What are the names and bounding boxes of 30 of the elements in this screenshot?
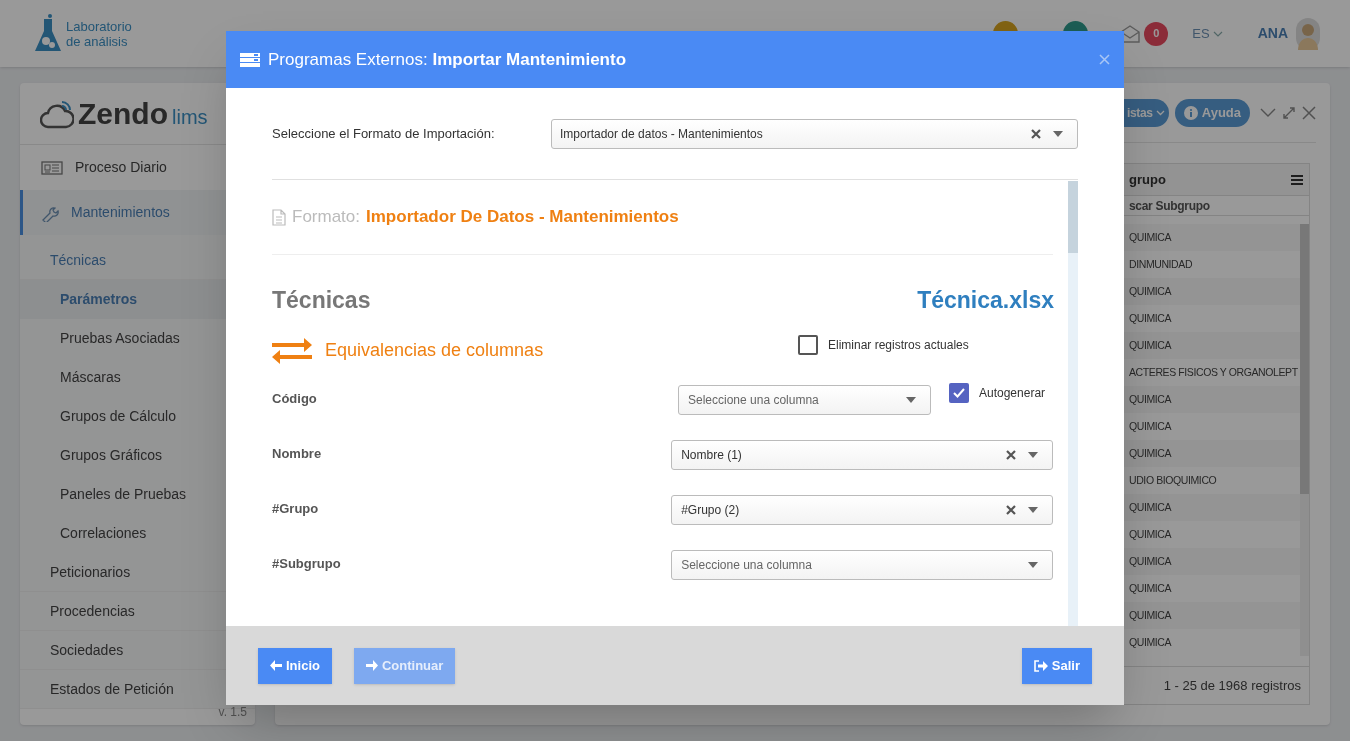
logo-text: de análisis [66,33,129,49]
field-label: Nombre [272,445,323,463]
column-select[interactable]: Nombre (1) [671,440,1053,470]
user-name[interactable]: ANA [1257,23,1288,44]
checkbox-label: Autogenerar [979,385,1046,402]
language-selector[interactable]: ES [1192,23,1210,44]
format-label: Seleccione el Formato de Importación: [272,124,496,143]
equivalences-title: Equivalencias de columnas [325,338,544,362]
brand-suffix: lims [172,104,208,130]
footer-button[interactable]: Inicio [258,647,332,684]
format-heading-label: Formato: [292,206,361,229]
section-title: Técnicas [272,285,371,315]
column-header: grupo [1129,170,1166,189]
logo-text: Laboratorio [66,18,132,34]
format-select[interactable]: Importador de datos - Mantenimientos [551,118,1078,149]
brand-name: Zendo [78,96,168,132]
file-name: Técnica.xlsx [917,285,1054,315]
column-select[interactable]: Seleccione una columna [671,550,1053,580]
field-label: #Grupo [272,500,320,518]
modal-title: Programas Externos: Importar Mantenimiento [268,48,627,71]
sidebar-item[interactable]: Proceso Diario [20,145,255,190]
field-label: #Subgrupo [272,555,342,573]
footer-button[interactable]: Salir [1021,647,1092,684]
record-count: 1 - 25 de 1968 registros [1163,676,1301,695]
column-select[interactable]: Seleccione una columna [678,385,931,415]
mail-count-badge: 0 [1144,21,1169,46]
column-select[interactable]: #Grupo (2) [671,495,1053,525]
field-label: Código [272,390,318,408]
format-heading-value: Importador De Datos - Mantenimientos [366,206,679,229]
checkbox-label: Eliminar registros actuales [828,337,969,354]
